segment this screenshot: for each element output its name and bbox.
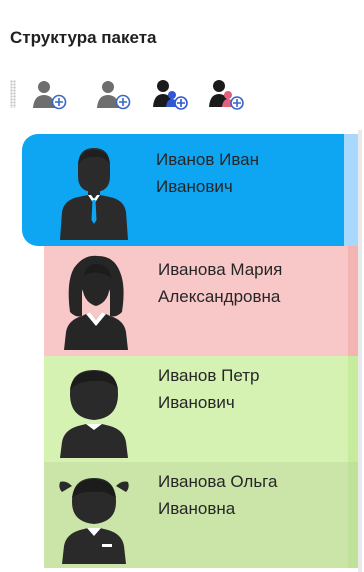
child-add-icon — [209, 80, 244, 110]
selection-edge — [344, 134, 358, 246]
row-edge — [348, 246, 358, 356]
list-item-ivanova-olga[interactable]: Иванова Ольга Ивановна — [44, 462, 358, 568]
list-item-ivanova-maria[interactable]: Иванова Мария Александровна — [44, 246, 358, 356]
child-add-icon — [153, 80, 188, 110]
boy-icon — [60, 370, 128, 458]
toolbar-grip[interactable] — [10, 80, 16, 108]
add-adult-female-button[interactable] — [94, 76, 134, 112]
list-item-ivanov-ivan[interactable]: Иванов Иван Иванович — [22, 134, 358, 246]
man-icon — [60, 148, 128, 240]
row-edge — [348, 462, 358, 568]
family-member-list[interactable]: Иванов Иван Иванович Иванова Мария Алекс… — [22, 130, 362, 572]
member-name: Иванов Иван Иванович — [156, 150, 260, 196]
person-add-icon — [97, 81, 131, 110]
woman-icon — [64, 255, 128, 350]
girl-icon — [59, 478, 129, 564]
add-child-male-button[interactable] — [150, 76, 190, 112]
member-name: Иванова Ольга Ивановна — [158, 472, 278, 518]
panel-title: Структура пакета — [10, 28, 157, 47]
member-name: Иванов Петр Иванович — [158, 366, 260, 412]
add-child-female-button[interactable] — [206, 76, 246, 112]
list-item-ivanov-petr[interactable]: Иванов Петр Иванович — [44, 356, 358, 462]
person-add-icon — [33, 81, 67, 110]
row-edge — [348, 356, 358, 462]
add-adult-male-button[interactable] — [30, 76, 70, 112]
toolbar — [10, 76, 270, 116]
scrollbar[interactable] — [358, 130, 362, 572]
member-name: Иванова Мария Александровна — [158, 260, 283, 306]
